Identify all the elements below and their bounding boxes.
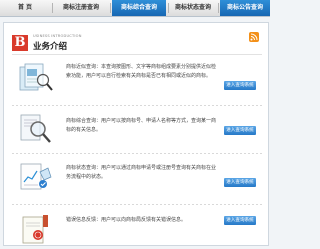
document-chart-icon	[16, 160, 56, 194]
search-magnifier-icon	[16, 112, 56, 146]
nav-separator	[168, 3, 169, 13]
nav-separator	[110, 3, 111, 13]
enter-query-button[interactable]: 进入查询系统	[224, 178, 256, 187]
section-subtitle: USINESS INTRODUCTION	[33, 34, 82, 38]
row-divider	[12, 153, 262, 154]
service-description: 错误信息反馈：用户可以向商标局反馈有关错误信息。	[66, 217, 187, 223]
nav-trademark-status-query[interactable]: 商标状态查询	[170, 0, 216, 16]
header-divider	[12, 54, 262, 55]
service-description: 商标近似查询：本查询按图形、文字等商标组成要素分别提供近似检索功能，用户可以自行…	[66, 64, 217, 79]
section-logo: B	[12, 35, 28, 51]
nav-separator	[218, 3, 219, 13]
section-title: 业务介绍	[33, 42, 68, 52]
document-stamp-icon	[16, 211, 56, 245]
nav-home[interactable]: 首 页	[0, 0, 50, 16]
document-magnifier-icon	[16, 61, 56, 95]
service-description: 商标综合查询：用户可以按商标号、申请人名称等方式，查询某一商标的有关信息。	[66, 118, 217, 133]
row-divider	[12, 105, 262, 106]
nav-separator	[52, 3, 53, 13]
row-divider	[12, 204, 262, 205]
nav-trademark-announcement-query[interactable]: 商标公告查询	[220, 0, 270, 16]
enter-query-button[interactable]: 进入查询系统	[224, 216, 256, 225]
enter-query-button[interactable]: 进入查询系统	[224, 126, 256, 135]
top-nav: 首 页 商标注册查询 商标综合查询 商标状态查询 商标公告查询	[0, 0, 270, 17]
enter-query-button[interactable]: 进入查询系统	[224, 81, 256, 90]
rss-icon[interactable]	[249, 32, 259, 42]
business-intro-panel: B USINESS INTRODUCTION 业务介绍 商标近似查询：本查询按图…	[3, 22, 269, 246]
nav-trademark-registration-query[interactable]: 商标注册查询	[54, 0, 108, 16]
nav-trademark-comprehensive-query[interactable]: 商标综合查询	[112, 0, 166, 16]
service-description: 商标状态查询：用户可以通过商标申请号或注册号查询有关商标在业务流程中的状态。	[66, 165, 217, 180]
